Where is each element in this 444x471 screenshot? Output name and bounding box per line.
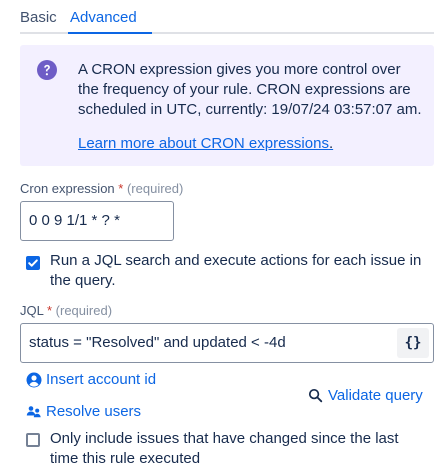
- cron-info-panel: A CRON expression gives you more control…: [20, 45, 434, 166]
- changed-since-last-run-checkbox[interactable]: [26, 433, 40, 447]
- validate-query-label[interactable]: Validate query: [328, 387, 423, 405]
- jql-input[interactable]: status = "Resolved" and updated < -4d {}: [20, 323, 434, 363]
- resolve-users-label[interactable]: Resolve users: [46, 403, 141, 421]
- users-icon: [26, 406, 41, 418]
- learn-more-cron-link[interactable]: Learn more about CRON expressions.: [78, 134, 333, 154]
- cron-label-text: Cron expression: [20, 181, 115, 196]
- user-circle-icon: [26, 372, 42, 388]
- search-icon: [308, 388, 323, 403]
- required-hint: (required): [126, 181, 184, 196]
- smart-values-button[interactable]: {}: [397, 328, 429, 358]
- learn-more-cron-link-label[interactable]: Learn more about CRON expressions: [78, 135, 329, 152]
- jql-label: JQL * (required): [20, 303, 112, 319]
- tab-bar: Basic Advanced: [20, 0, 434, 34]
- resolve-users-link[interactable]: Resolve users: [26, 403, 146, 421]
- jql-query-text[interactable]: status = "Resolved" and updated < -4d: [29, 324, 286, 362]
- cron-expression-label: Cron expression * (required): [20, 181, 183, 197]
- run-jql-label: Run a JQL search and execute actions for…: [50, 252, 422, 289]
- active-tab-indicator: [68, 32, 152, 34]
- insert-account-id-link[interactable]: Insert account id: [26, 371, 166, 389]
- required-asterisk: *: [118, 181, 124, 196]
- insert-account-id-label[interactable]: Insert account id: [46, 371, 156, 389]
- run-jql-checkbox[interactable]: [26, 256, 40, 270]
- learn-more-suffix: .: [328, 135, 334, 152]
- tab-advanced[interactable]: Advanced: [70, 9, 137, 27]
- cron-expression-input[interactable]: 0 0 9 1/1 * ? *: [20, 201, 174, 241]
- question-circle-icon: [37, 60, 57, 80]
- required-asterisk: *: [46, 303, 53, 318]
- jql-label-text: JQL: [20, 303, 44, 318]
- checkmark-icon: [28, 259, 38, 267]
- cron-info-text: A CRON expression gives you more control…: [78, 61, 422, 118]
- changed-since-last-run-label: Only include issues that have changed si…: [50, 430, 399, 467]
- tab-basic[interactable]: Basic: [20, 9, 57, 27]
- required-hint: (required): [55, 303, 113, 318]
- validate-query-link[interactable]: Validate query: [308, 387, 428, 405]
